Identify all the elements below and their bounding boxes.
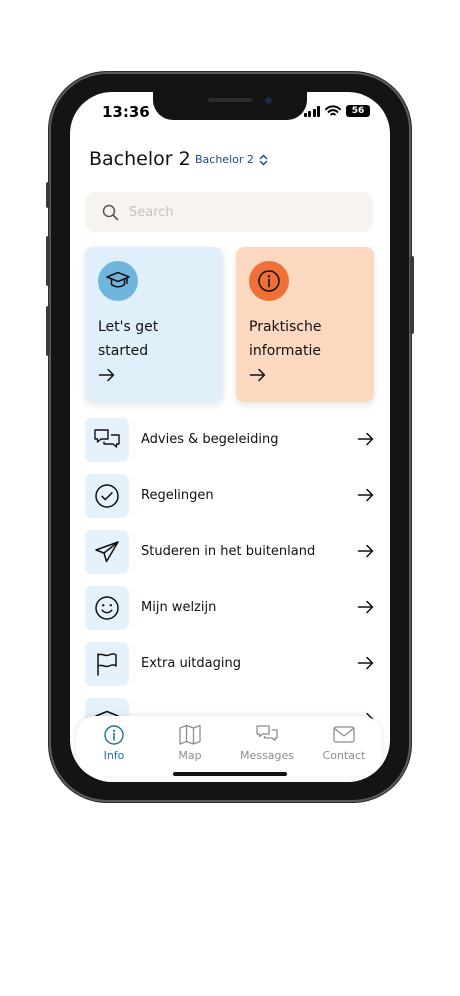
arrow-right-icon: [98, 368, 115, 382]
search-bar[interactable]: [85, 192, 373, 232]
list-item-label: Regelingen: [141, 488, 214, 503]
card-lets-get-started[interactable]: Let's get started: [85, 247, 223, 402]
status-icons: 56: [303, 104, 370, 118]
tab-label: Contact: [322, 749, 366, 762]
app-screen: 13:36 56 Bachelor 2 Bachelor 2 Search Le…: [70, 92, 390, 782]
mute-switch: [46, 182, 50, 208]
battery-icon: 56: [346, 105, 370, 117]
arrow-right-icon: [357, 432, 374, 446]
arrow-right-icon: [357, 600, 374, 614]
wifi-icon: [325, 105, 341, 116]
list-item-label: Studeren in het buitenland: [141, 544, 316, 559]
tab-map[interactable]: Map: [155, 724, 225, 768]
list-item-extra-uitdaging[interactable]: Extra uitdaging: [85, 642, 375, 686]
check-circle-icon: [85, 474, 129, 518]
tab-info[interactable]: Info: [79, 724, 149, 768]
tab-label: Messages: [240, 749, 294, 762]
map-icon: [179, 724, 201, 745]
year-selector[interactable]: Bachelor 2: [195, 153, 268, 166]
page-title: Bachelor 2: [89, 148, 191, 170]
volume-down-button: [46, 306, 50, 356]
home-indicator[interactable]: [173, 772, 287, 776]
tab-bar: Info Map Messages Contact: [76, 716, 382, 776]
info-icon: [249, 261, 289, 301]
notch: [153, 92, 307, 120]
card-praktische-informatie[interactable]: Praktische informatie: [236, 247, 374, 402]
messages-icon: [256, 725, 278, 742]
mail-icon: [333, 726, 355, 743]
arrow-right-icon: [357, 544, 374, 558]
list-item-label: Mijn welzijn: [141, 600, 217, 615]
tab-label: Info: [103, 749, 125, 762]
card-title-line-1: Praktische: [249, 319, 322, 335]
arrow-right-icon: [357, 488, 374, 502]
list-item-regelingen[interactable]: Regelingen: [85, 474, 375, 518]
list-item-label: Extra uitdaging: [141, 656, 241, 671]
chat-bubbles-icon: [85, 418, 129, 462]
card-title-line-2: started: [98, 343, 149, 359]
search-icon: [102, 204, 119, 221]
status-time: 13:36: [102, 103, 150, 121]
list-item-studeren-buitenland[interactable]: Studeren in het buitenland: [85, 530, 375, 574]
info-icon: [104, 725, 124, 745]
card-title-line-1: Let's get: [98, 319, 159, 335]
search-input[interactable]: [127, 203, 351, 221]
graduation-cap-icon: [98, 261, 138, 301]
paper-plane-icon: [85, 530, 129, 574]
list-item-mijn-welzijn[interactable]: Mijn welzijn: [85, 586, 375, 630]
front-camera: [265, 97, 272, 104]
flag-icon: [85, 642, 129, 686]
tab-label: Map: [178, 749, 202, 762]
signal-icon: [303, 105, 320, 117]
tab-contact[interactable]: Contact: [309, 724, 379, 768]
smiley-icon: [85, 586, 129, 630]
list-item-advies-begeleiding[interactable]: Advies & begeleiding: [85, 418, 375, 462]
tab-messages[interactable]: Messages: [232, 724, 302, 768]
card-title-line-2: informatie: [249, 343, 321, 359]
chevron-up-down-icon: [259, 154, 268, 165]
year-selector-label: Bachelor 2: [195, 153, 254, 166]
speaker: [208, 98, 252, 102]
list-item-label: Advies & begeleiding: [141, 432, 279, 447]
arrow-right-icon: [357, 656, 374, 670]
power-button: [410, 256, 414, 334]
arrow-right-icon: [249, 368, 266, 382]
volume-up-button: [46, 236, 50, 286]
